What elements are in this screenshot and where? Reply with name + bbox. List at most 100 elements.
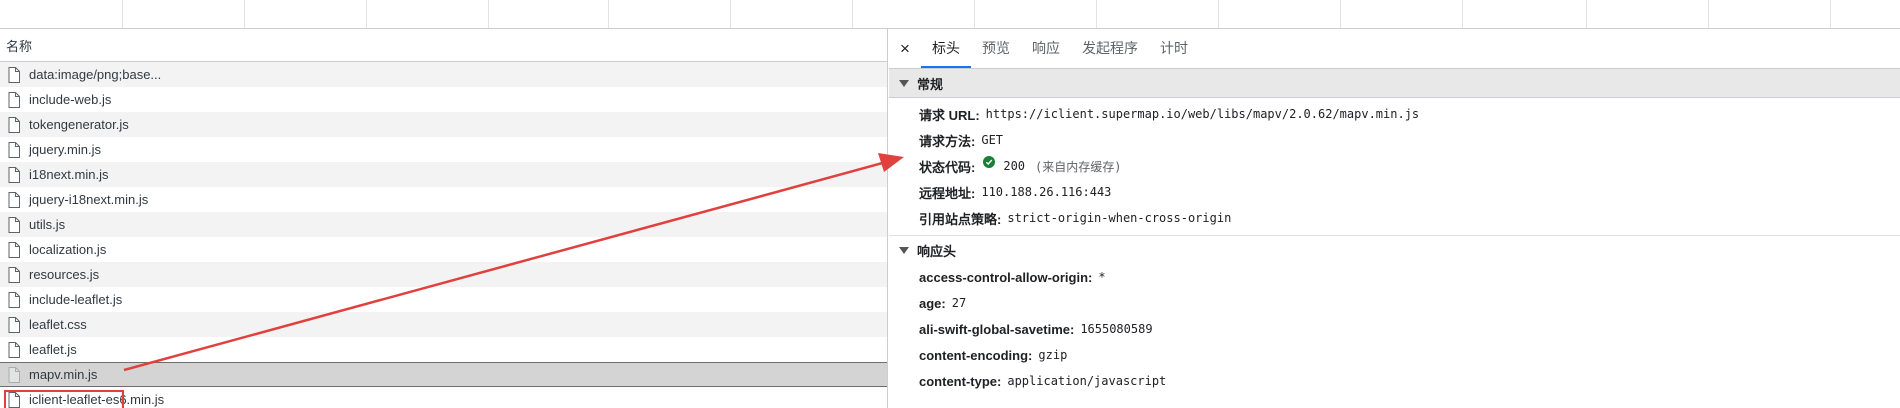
request-list-panel: 名称 data:image/png;base... include-web.js t… [0, 29, 888, 408]
status-ok-icon [983, 156, 996, 168]
request-name: leaflet.css [29, 317, 87, 332]
request-url-label: 请求 URL: [919, 107, 980, 123]
timeline-gridline [1708, 0, 1709, 28]
response-header-row: ali-swift-global-savetime: 1655080589 [889, 316, 1900, 342]
request-row[interactable]: data:image/png;base... [0, 62, 887, 87]
status-code-value: 200 [1003, 159, 1026, 173]
name-column-label: 名称 [6, 38, 33, 54]
timeline-gridline [730, 0, 731, 28]
referrer-policy-value: strict-origin-when-cross-origin [1007, 211, 1232, 225]
timeline-gridline [974, 0, 975, 28]
expand-caret-icon [899, 79, 909, 87]
tab-label: 预览 [982, 39, 1010, 56]
timeline-gridline [1586, 0, 1587, 28]
file-icon [8, 241, 29, 258]
request-row[interactable]: mapv.min.js [0, 362, 887, 387]
file-icon [8, 66, 29, 83]
file-icon [8, 316, 29, 333]
close-detail-button[interactable]: × [889, 29, 921, 68]
file-icon [8, 291, 29, 308]
request-method-value: GET [981, 133, 1004, 147]
request-name: jquery.min.js [29, 142, 102, 157]
request-name: include-web.js [29, 92, 112, 107]
request-row[interactable]: include-web.js [0, 87, 887, 112]
response-header-key: content-type: [919, 373, 1002, 389]
response-header-value: 1655080589 [1080, 322, 1153, 336]
response-header-row: content-encoding: gzip [889, 342, 1900, 368]
request-row[interactable]: localization.js [0, 237, 887, 262]
request-url-row: 请求 URL: https://iclient.supermap.io/web/… [889, 101, 1900, 127]
file-icon [8, 91, 29, 108]
timeline-gridline [1830, 0, 1831, 28]
file-icon [8, 191, 29, 208]
request-row[interactable]: jquery-i18next.min.js [0, 187, 887, 212]
request-row[interactable]: iclient-leaflet-es6.min.js [0, 387, 887, 408]
network-timeline-overview[interactable] [0, 0, 1900, 29]
referrer-policy-label: 引用站点策略: [919, 211, 1002, 227]
request-name: tokengenerator.js [29, 117, 129, 132]
request-name: jquery-i18next.min.js [29, 192, 149, 207]
request-row[interactable]: jquery.min.js [0, 137, 887, 162]
referrer-policy-row: 引用站点策略: strict-origin-when-cross-origin [889, 205, 1900, 231]
tab-headers[interactable]: 标头 [921, 29, 971, 68]
file-icon [8, 141, 29, 158]
response-header-row: content-type: application/javascript [889, 368, 1900, 394]
detail-tabbar: × 标头 预览 响应 发起程序 计时 [889, 29, 1900, 69]
response-header-value: application/javascript [1007, 374, 1167, 388]
status-code-row: 状态代码: 200 (来自内存缓存) [889, 153, 1900, 179]
timeline-gridline [1340, 0, 1341, 28]
close-icon: × [900, 38, 910, 58]
tab-initiator[interactable]: 发起程序 [1071, 29, 1149, 68]
response-header-value: 27 [951, 296, 967, 310]
timeline-gridline [488, 0, 489, 28]
general-section-title: 常规 [917, 76, 944, 92]
tab-label: 标头 [932, 39, 960, 56]
general-section-header[interactable]: 常规 [889, 69, 1900, 98]
request-row[interactable]: resources.js [0, 262, 887, 287]
response-header-key: age: [919, 295, 946, 311]
timeline-gridline [608, 0, 609, 28]
tab-label: 响应 [1032, 39, 1060, 56]
timeline-gridline [366, 0, 367, 28]
file-icon [8, 166, 29, 183]
request-row[interactable]: leaflet.js [0, 337, 887, 362]
timeline-gridline [244, 0, 245, 28]
request-name: i18next.min.js [29, 167, 109, 182]
remote-address-label: 远程地址: [919, 185, 976, 201]
timeline-gridline [1462, 0, 1463, 28]
tab-label: 计时 [1160, 39, 1188, 56]
request-name: localization.js [29, 242, 107, 257]
request-name: utils.js [29, 217, 66, 232]
request-name: mapv.min.js [29, 367, 98, 382]
request-name: leaflet.js [29, 342, 77, 357]
request-row[interactable]: tokengenerator.js [0, 112, 887, 137]
response-header-key: access-control-allow-origin: [919, 269, 1093, 285]
request-name: resources.js [29, 267, 100, 282]
timeline-gridline [122, 0, 123, 28]
request-row[interactable]: leaflet.css [0, 312, 887, 337]
file-icon [8, 216, 29, 233]
name-column-header[interactable]: 名称 [0, 29, 887, 62]
file-icon [8, 266, 29, 283]
file-icon [8, 366, 29, 383]
request-url-value: https://iclient.supermap.io/web/libs/map… [985, 107, 1420, 121]
request-name: include-leaflet.js [29, 292, 123, 307]
response-header-value: gzip [1038, 348, 1068, 362]
request-detail-panel: × 标头 预览 响应 发起程序 计时 常规 请求 URL: https://ic… [889, 29, 1900, 408]
tab-response[interactable]: 响应 [1021, 29, 1071, 68]
request-rows: data:image/png;base... include-web.js toke… [0, 62, 887, 408]
timeline-gridline [1218, 0, 1219, 28]
tab-preview[interactable]: 预览 [971, 29, 1021, 68]
tab-timing[interactable]: 计时 [1149, 29, 1199, 68]
file-icon [8, 391, 29, 408]
response-header-key: ali-swift-global-savetime: [919, 321, 1075, 337]
request-method-label: 请求方法: [919, 133, 976, 149]
file-icon [8, 341, 29, 358]
request-row[interactable]: utils.js [0, 212, 887, 237]
response-headers-section-header[interactable]: 响应头 [889, 235, 1900, 264]
response-headers-list: access-control-allow-origin: * age: 27 ali-s… [889, 264, 1900, 394]
request-row[interactable]: include-leaflet.js [0, 287, 887, 312]
request-row[interactable]: i18next.min.js [0, 162, 887, 187]
request-name: iclient-leaflet-es6.min.js [29, 392, 165, 407]
expand-caret-icon [899, 246, 909, 254]
